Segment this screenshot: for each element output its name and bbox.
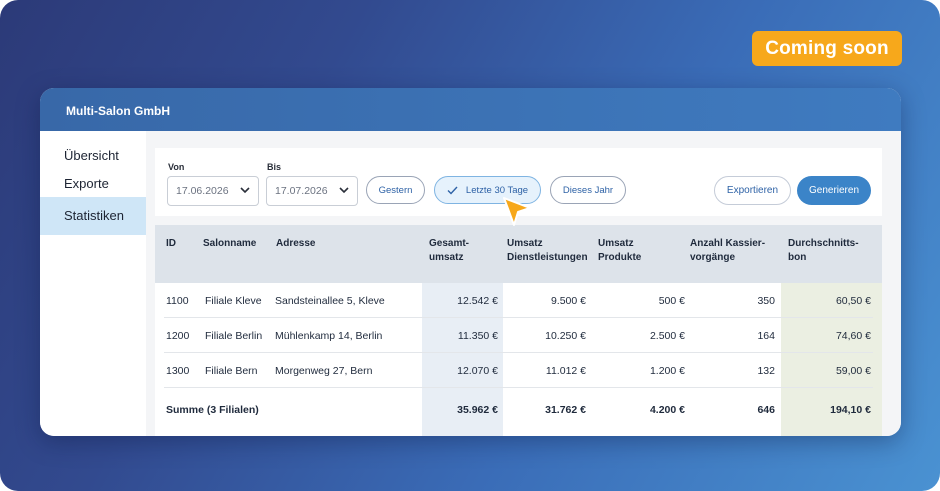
cell-salon: Filiale Berlin	[205, 330, 263, 342]
cell-transactions: 646	[757, 404, 775, 416]
header-line: Gesamt-	[429, 238, 470, 249]
window-title: Multi-Salon GmbH	[66, 104, 170, 118]
col-header-salonname: Salonname	[203, 238, 257, 249]
preset-dieses-jahr-button[interactable]: Dieses Jahr	[550, 176, 626, 204]
header-line: bon	[788, 252, 807, 263]
cell-services: 9.500 €	[550, 295, 586, 307]
header-line: Produkte	[598, 252, 642, 263]
cell-services: 10.250 €	[545, 330, 586, 342]
cell-average: 74,60 €	[835, 330, 871, 342]
cell-id: 1300	[166, 365, 190, 377]
check-icon	[447, 186, 458, 195]
from-date-value: 17.06.2026	[176, 185, 229, 197]
from-date-select[interactable]: 17.06.2026	[167, 176, 259, 206]
preset-gestern-button[interactable]: Gestern	[366, 176, 425, 204]
cell-services: 31.762 €	[545, 404, 586, 416]
cell-address: Mühlenkamp 14, Berlin	[275, 330, 383, 342]
to-label: Bis	[267, 162, 282, 172]
chevron-down-icon	[339, 187, 349, 194]
main-content: Von 17.06.2026 Bis 17.07.2026 Gestern Le…	[146, 131, 901, 436]
title-bar: Multi-Salon GmbH	[40, 88, 901, 131]
cell-total: 11.350 €	[457, 330, 498, 342]
cell-products: 500 €	[658, 295, 685, 307]
col-header-gesamtumsatz: Gesamt- umsatz	[429, 237, 469, 265]
app-window: Multi-Salon GmbH Übersicht Exporte Stati…	[40, 88, 901, 436]
cell-salon: Filiale Bern	[205, 365, 258, 377]
generate-button[interactable]: Generieren	[797, 176, 871, 205]
col-header-umsatz-dienstleistungen: Umsatz Dienstleistungen	[507, 237, 588, 265]
sidebar-item-label: Übersicht	[64, 148, 119, 163]
cell-total: 12.542 €	[457, 295, 498, 307]
preset-label: Letzte 30 Tage	[465, 184, 529, 196]
col-header-durchschnittsbon: Durchschnitts- bon	[788, 237, 859, 265]
header-line: Durchschnitts-	[788, 238, 859, 249]
header-line: Umsatz	[598, 238, 634, 249]
sidebar-item-label: Exporte	[64, 176, 109, 191]
statistics-table: ID Salonname Adresse Gesamt- umsatz Umsa…	[155, 225, 882, 436]
cell-id: 1100	[166, 295, 189, 307]
preset-label: Dieses Jahr	[562, 184, 614, 196]
cell-address: Sandsteinallee 5, Kleve	[275, 295, 385, 307]
header-line: Dienstleistungen	[507, 252, 588, 263]
sidebar: Übersicht Exporte Statistiken	[40, 131, 146, 436]
col-header-kassiervorgaenge: Anzahl Kassier- vorgänge	[690, 237, 765, 265]
table-sum-row: Summe (3 Filialen) 35.962 € 31.762 € 4.2…	[155, 388, 882, 436]
table-row: 1200 Filiale Berlin Mühlenkamp 14, Berli…	[155, 318, 882, 353]
table-row: 1100 Filiale Kleve Sandsteinallee 5, Kle…	[155, 283, 882, 318]
cell-salon: Filiale Kleve	[205, 295, 262, 307]
cell-total: 12.070 €	[457, 365, 498, 377]
table-row: 1300 Filiale Bern Morgenweg 27, Bern 12.…	[155, 353, 882, 388]
cell-services: 11.012 €	[545, 365, 586, 377]
pointer-cursor-icon	[503, 197, 531, 226]
export-button[interactable]: Exportieren	[714, 176, 791, 205]
cell-average: 60,50 €	[835, 295, 871, 307]
coming-soon-badge: Coming soon	[752, 31, 902, 66]
cell-sum-label: Summe (3 Filialen)	[166, 404, 259, 416]
cell-average: 194,10 €	[830, 404, 871, 416]
cell-transactions: 132	[757, 365, 775, 377]
header-line: vorgänge	[690, 252, 736, 263]
cell-products: 2.500 €	[649, 330, 685, 342]
to-date-select[interactable]: 17.07.2026	[266, 176, 358, 206]
cell-products: 1.200 €	[649, 365, 685, 377]
cell-total: 35.962 €	[457, 404, 498, 416]
sidebar-item-label: Statistiken	[64, 208, 124, 223]
header-line: Umsatz	[507, 238, 543, 249]
chevron-down-icon	[240, 187, 250, 194]
col-header-adresse: Adresse	[276, 238, 316, 249]
header-line: Anzahl Kassier-	[690, 238, 766, 249]
to-date-value: 17.07.2026	[275, 185, 328, 197]
cell-address: Morgenweg 27, Bern	[275, 365, 373, 377]
col-header-id: ID	[166, 238, 176, 249]
cell-id: 1200	[166, 330, 190, 342]
cell-transactions: 164	[757, 330, 775, 342]
sidebar-item-statistiken[interactable]: Statistiken	[40, 197, 146, 235]
cell-average: 59,00 €	[835, 365, 871, 377]
cell-products: 4.200 €	[649, 404, 685, 416]
preset-label: Gestern	[378, 184, 413, 196]
background: Coming soon Multi-Salon GmbH Übersicht E…	[0, 0, 940, 491]
from-label: Von	[168, 162, 185, 172]
col-header-umsatz-produkte: Umsatz Produkte	[598, 237, 641, 265]
cell-transactions: 350	[757, 295, 775, 307]
header-line: umsatz	[429, 252, 464, 263]
table-header: ID Salonname Adresse Gesamt- umsatz Umsa…	[155, 225, 882, 283]
